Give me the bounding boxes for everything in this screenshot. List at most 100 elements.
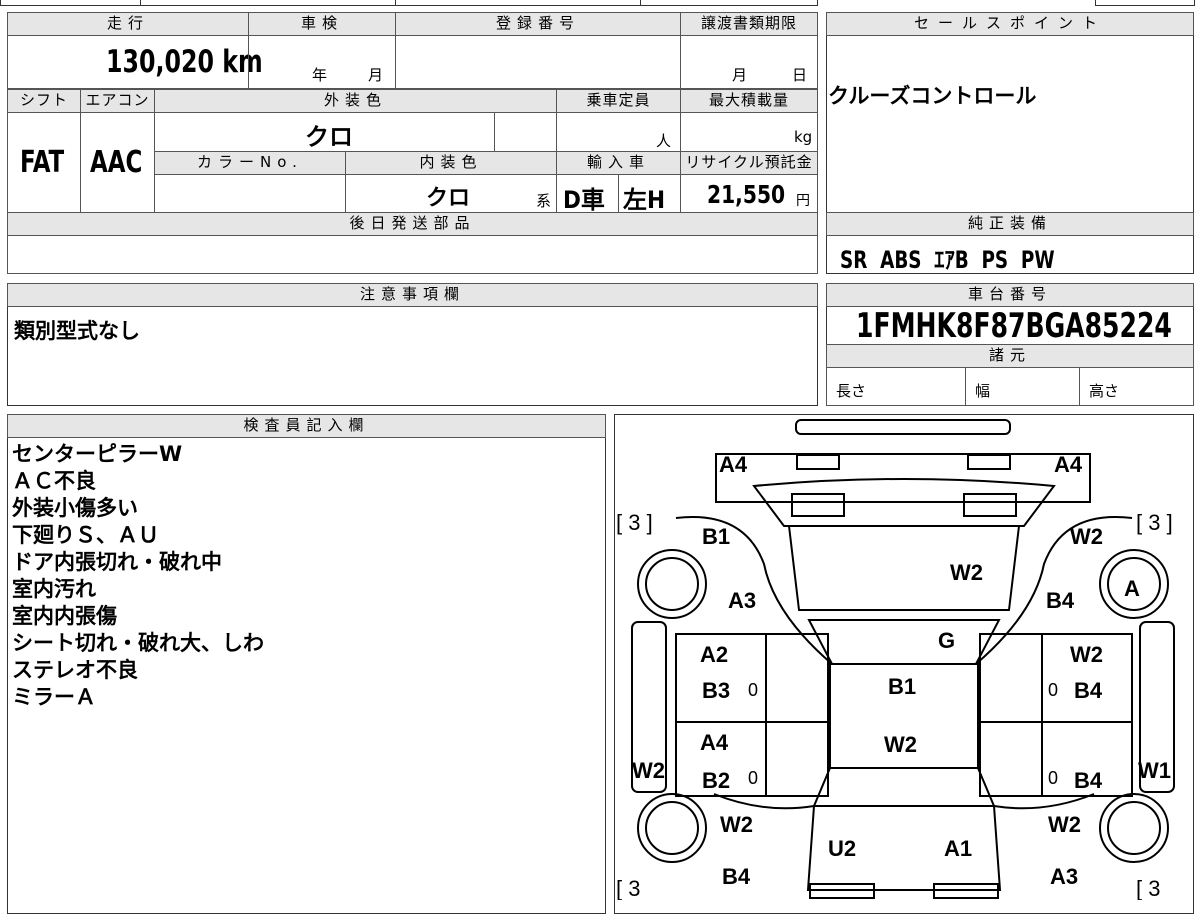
- sales-point-box: [826, 12, 1194, 214]
- diag-label: A3: [728, 588, 756, 613]
- exterior-value: クロ: [305, 123, 353, 151]
- diag-label: W2: [884, 732, 917, 757]
- front-door-right: [979, 633, 1133, 723]
- vin-header: 車台番号: [826, 283, 1194, 307]
- transfer-day: 日: [792, 66, 808, 84]
- inspector-line: 室内汚れ: [12, 577, 96, 601]
- diag-label: A4: [719, 452, 748, 477]
- spec-height: 高さ: [1089, 382, 1120, 400]
- interior-header: 内装色: [345, 151, 557, 175]
- inspection-header: 車検: [248, 12, 396, 36]
- exterior-header: 外装色: [154, 89, 557, 113]
- diag-label: W2: [720, 812, 753, 837]
- aircon-value: AAC: [90, 145, 143, 180]
- inspection-year: 年: [312, 66, 328, 84]
- capacity-header: 乗車定員: [556, 89, 681, 113]
- inspector-line: 外装小傷多い: [12, 496, 138, 520]
- standard-equipment-header: 純正装備: [826, 212, 1194, 236]
- inspector-line: ドア内張切れ・破れ中: [12, 550, 222, 574]
- rear-window: [812, 767, 996, 807]
- diag-label: 0: [1048, 768, 1058, 788]
- spec-length: 長さ: [836, 382, 867, 400]
- diag-label: [ 3: [1136, 876, 1160, 900]
- interior-suffix: 系: [536, 192, 552, 210]
- headlight-right: [967, 454, 1011, 470]
- inspector-line: ステレオ不良: [12, 658, 138, 682]
- diag-label: 0: [1048, 680, 1058, 700]
- diag-label: A1: [944, 836, 972, 861]
- diag-label: U2: [828, 836, 856, 861]
- diag-label: [ 3: [616, 876, 640, 900]
- tire-front-left: [637, 549, 707, 619]
- shift-value: FAT: [20, 145, 65, 180]
- capacity-unit: 人: [656, 132, 672, 150]
- diag-label: B3: [702, 678, 730, 703]
- diag-label: [ 3 ]: [1136, 510, 1173, 535]
- exterior-sub-cell: [494, 112, 557, 152]
- diag-label: W2: [632, 758, 665, 783]
- aircon-header: エアコン: [80, 89, 155, 113]
- max-load-unit: kg: [794, 128, 813, 146]
- inspector-line: ミラーＡ: [12, 685, 96, 709]
- grille-left: [791, 493, 845, 517]
- headlight-left: [796, 454, 840, 470]
- standard-equipment-value: SR ABS ｴｱB PS PW: [840, 246, 1055, 274]
- transfer-month: 月: [732, 66, 748, 84]
- sales-point-text: クルーズコントロール: [828, 84, 1037, 108]
- sales-point-header: セールスポイント: [826, 12, 1194, 36]
- diag-label: B2: [702, 768, 730, 793]
- diag-label: B4: [1046, 588, 1075, 613]
- top-strip-right: [1095, 0, 1195, 6]
- import-type: D車: [563, 186, 605, 214]
- top-strip: [0, 0, 818, 6]
- diag-label: B4: [1074, 678, 1103, 703]
- diag-label: W2: [1048, 812, 1081, 837]
- shift-header: シフト: [7, 89, 81, 113]
- color-no-cell: [154, 174, 346, 213]
- inspector-line: シート切れ・破れ大、しわ: [12, 631, 264, 655]
- inspection-month: 月: [368, 66, 384, 84]
- diag-label: G: [938, 628, 955, 653]
- tire-rear-left-inner: [645, 801, 699, 855]
- inspector-header: 検査員記入欄: [7, 414, 606, 438]
- interior-value: クロ: [426, 186, 471, 211]
- inspector-line: ＡＣ不良: [12, 469, 96, 493]
- notes-text: 類別型式なし: [14, 319, 140, 343]
- top-strip-divider: [640, 0, 641, 6]
- notes-header: 注意事項欄: [7, 283, 818, 307]
- recycle-header: リサイクル預託金: [680, 151, 818, 175]
- registration-cell: [395, 35, 681, 89]
- front-bumper-outline: [795, 419, 1011, 435]
- specs-header: 諸元: [826, 344, 1194, 368]
- diag-label: B4: [1074, 768, 1103, 793]
- color-no-header: カラーNo.: [154, 151, 346, 175]
- transfer-header: 譲渡書類期限: [680, 12, 818, 36]
- top-strip-divider: [395, 0, 396, 6]
- diag-label: 0: [748, 768, 758, 788]
- diag-label: B4: [722, 864, 751, 889]
- windshield: [807, 619, 1001, 665]
- front-door-left: [675, 633, 829, 723]
- inspector-line: 下廻りＳ、ＡＵ: [12, 523, 159, 547]
- inspector-line: 室内内張傷: [12, 604, 117, 628]
- front-panel-outline: [715, 453, 1091, 503]
- diag-label: W2: [1070, 524, 1103, 549]
- import-handle: 左H: [623, 186, 666, 214]
- vin-value: 1FMHK8F87BGA85224: [856, 306, 1172, 346]
- max-load-header: 最大積載量: [680, 89, 818, 113]
- later-parts-cell: [7, 235, 818, 274]
- diag-label: B1: [888, 674, 916, 699]
- diag-label: A4: [1054, 452, 1083, 477]
- import-header: 輸入車: [556, 151, 681, 175]
- recycle-unit: 円: [796, 193, 810, 209]
- diag-label: A2: [700, 642, 728, 667]
- mileage-value: 130,020 km: [106, 44, 263, 80]
- tire-front-left-inner: [645, 557, 699, 611]
- diag-label: W1: [1138, 758, 1171, 783]
- grille-right: [963, 493, 1017, 517]
- tire-rear-right-inner: [1107, 801, 1161, 855]
- car-diagram: A4 A4 [ 3 ] [ 3 ] B1 A3 W2 W2 B4 A G A2 …: [616, 419, 1175, 900]
- mileage-header: 走行: [7, 12, 249, 36]
- top-strip-divider: [140, 0, 141, 6]
- tire-rear-left: [637, 793, 707, 863]
